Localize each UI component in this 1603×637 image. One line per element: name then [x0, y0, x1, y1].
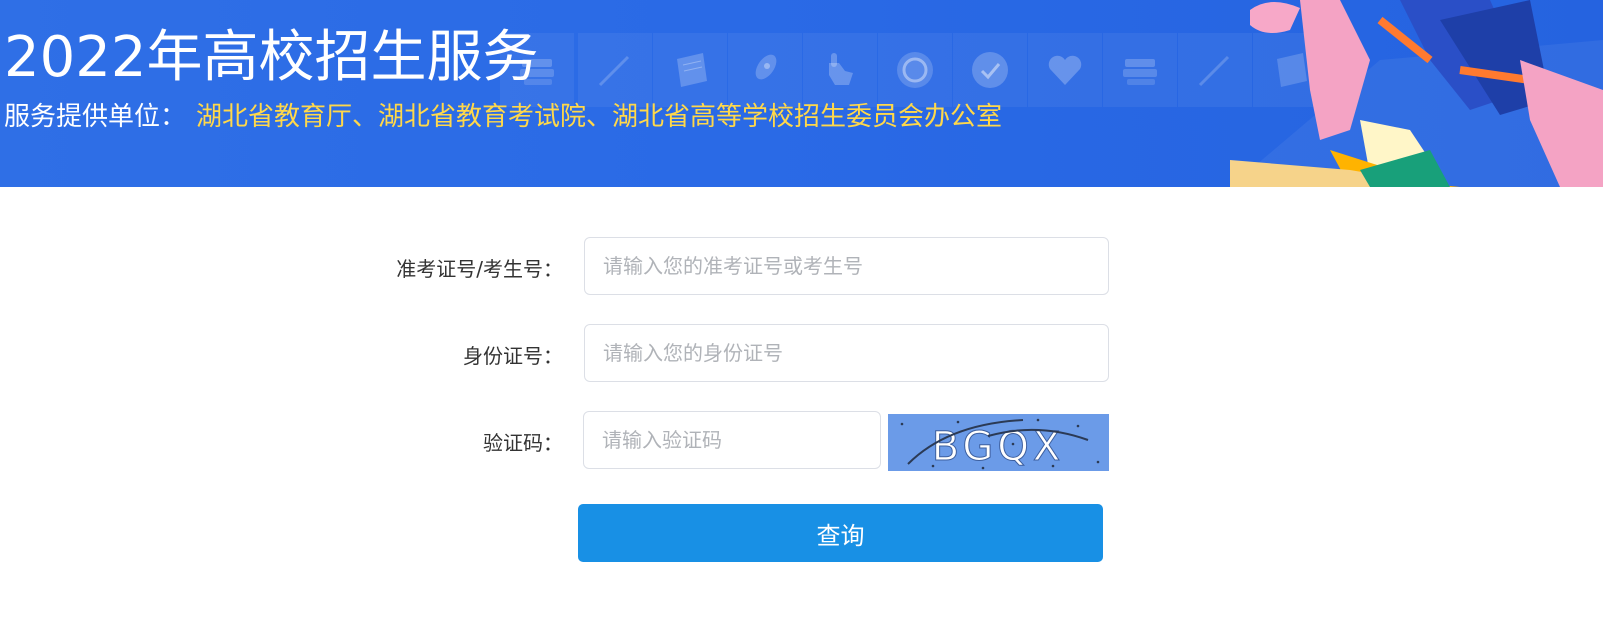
page-title: 2022年高校招生服务: [4, 25, 539, 90]
check-icon: [953, 33, 1027, 107]
captcha-input[interactable]: [583, 411, 881, 469]
service-provider: 服务提供单位： 湖北省教育厅、湖北省教育考试院、湖北省高等学校招生委员会办公室: [4, 99, 1002, 135]
id-card-label: 身份证号：: [463, 344, 563, 368]
captcha-label: 验证码：: [483, 431, 563, 455]
captcha-image[interactable]: BGQX: [888, 414, 1109, 471]
hero-illustration: [1230, 0, 1603, 187]
hand-icon: [803, 33, 877, 107]
smile-icon: [878, 33, 952, 107]
rocket-icon: [728, 33, 802, 107]
books-icon: [1103, 33, 1177, 107]
pencil-icon: [578, 33, 652, 107]
provider-organizations: 湖北省教育厅、湖北省教育考试院、湖北省高等学校招生委员会办公室: [196, 102, 1003, 132]
paper-icon: [653, 33, 727, 107]
provider-label: 服务提供单位：: [4, 102, 187, 132]
exam-id-input[interactable]: [584, 237, 1109, 295]
exam-id-label: 准考证号/考生号：: [396, 257, 563, 281]
header-banner: 2022年高校招生服务 服务提供单位： 湖北省教育厅、湖北省教育考试院、湖北省高等…: [0, 0, 1603, 187]
heart-icon: [1028, 33, 1102, 107]
query-button[interactable]: 查询: [578, 504, 1103, 562]
id-card-input[interactable]: [584, 324, 1109, 382]
